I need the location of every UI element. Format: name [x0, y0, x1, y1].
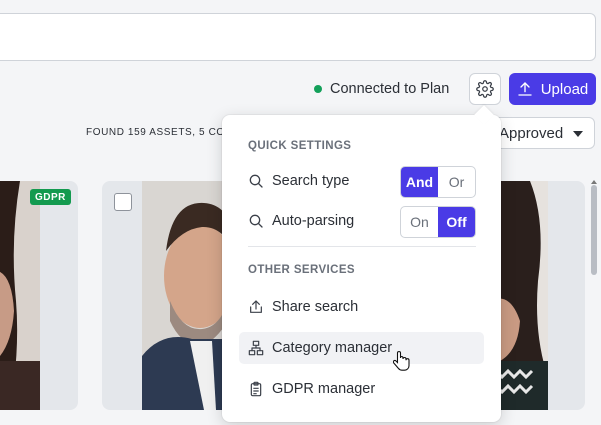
quick-settings-popover: QUICK SETTINGS Search type And Or Auto-p… — [222, 115, 501, 422]
category-manager-item[interactable]: Category manager — [239, 332, 484, 364]
share-search-item[interactable]: Share search — [239, 291, 484, 323]
search-type-toggle[interactable]: And Or — [400, 166, 476, 198]
upload-icon — [518, 82, 532, 96]
auto-parsing-label: Auto-parsing — [272, 213, 355, 229]
search-type-and-option[interactable]: And — [401, 167, 438, 197]
status-dot-icon — [314, 85, 322, 93]
gdpr-manager-label: GDPR manager — [272, 381, 376, 397]
results-count: FOUND 159 ASSETS, 5 CO — [86, 127, 225, 138]
scroll-up-arrow-icon[interactable] — [591, 180, 597, 184]
search-icon — [249, 214, 263, 228]
approval-filter-select[interactable]: Approved — [488, 117, 595, 149]
gear-icon — [476, 80, 494, 98]
search-type-label: Search type — [272, 173, 350, 189]
share-search-label: Share search — [272, 299, 359, 315]
other-services-title: OTHER SERVICES — [248, 264, 355, 276]
search-input[interactable] — [0, 13, 596, 61]
upload-button[interactable]: Upload — [509, 73, 596, 105]
gdpr-badge: GDPR — [30, 189, 71, 205]
asset-card[interactable] — [490, 181, 585, 410]
scrollbar-thumb[interactable] — [591, 185, 597, 275]
divider — [248, 246, 476, 247]
asset-thumbnail — [0, 181, 40, 410]
auto-parsing-toggle[interactable]: On Off — [400, 206, 476, 238]
asset-thumbnail — [142, 181, 222, 410]
search-icon — [249, 174, 263, 188]
clipboard-icon — [250, 381, 262, 397]
search-type-or-option[interactable]: Or — [438, 167, 475, 197]
upload-label: Upload — [540, 80, 589, 98]
status-text: Connected to Plan — [330, 81, 450, 97]
auto-parsing-row: Auto-parsing — [248, 213, 354, 229]
caret-down-icon — [573, 131, 583, 137]
search-type-row: Search type — [248, 173, 349, 189]
connection-status: Connected to Plan — [314, 78, 449, 100]
settings-button[interactable] — [469, 73, 501, 105]
quick-settings-title: QUICK SETTINGS — [248, 140, 352, 152]
sitemap-icon — [248, 340, 264, 356]
share-icon — [250, 300, 262, 313]
hand-pointer-icon — [393, 350, 410, 371]
asset-select-checkbox[interactable] — [114, 193, 132, 211]
approval-filter-value: Approved — [499, 124, 564, 142]
gdpr-manager-item[interactable]: GDPR manager — [239, 373, 484, 405]
auto-parsing-on-option[interactable]: On — [401, 207, 438, 237]
category-manager-label: Category manager — [272, 340, 393, 356]
auto-parsing-off-option[interactable]: Off — [438, 207, 475, 237]
asset-card[interactable] — [0, 181, 78, 410]
